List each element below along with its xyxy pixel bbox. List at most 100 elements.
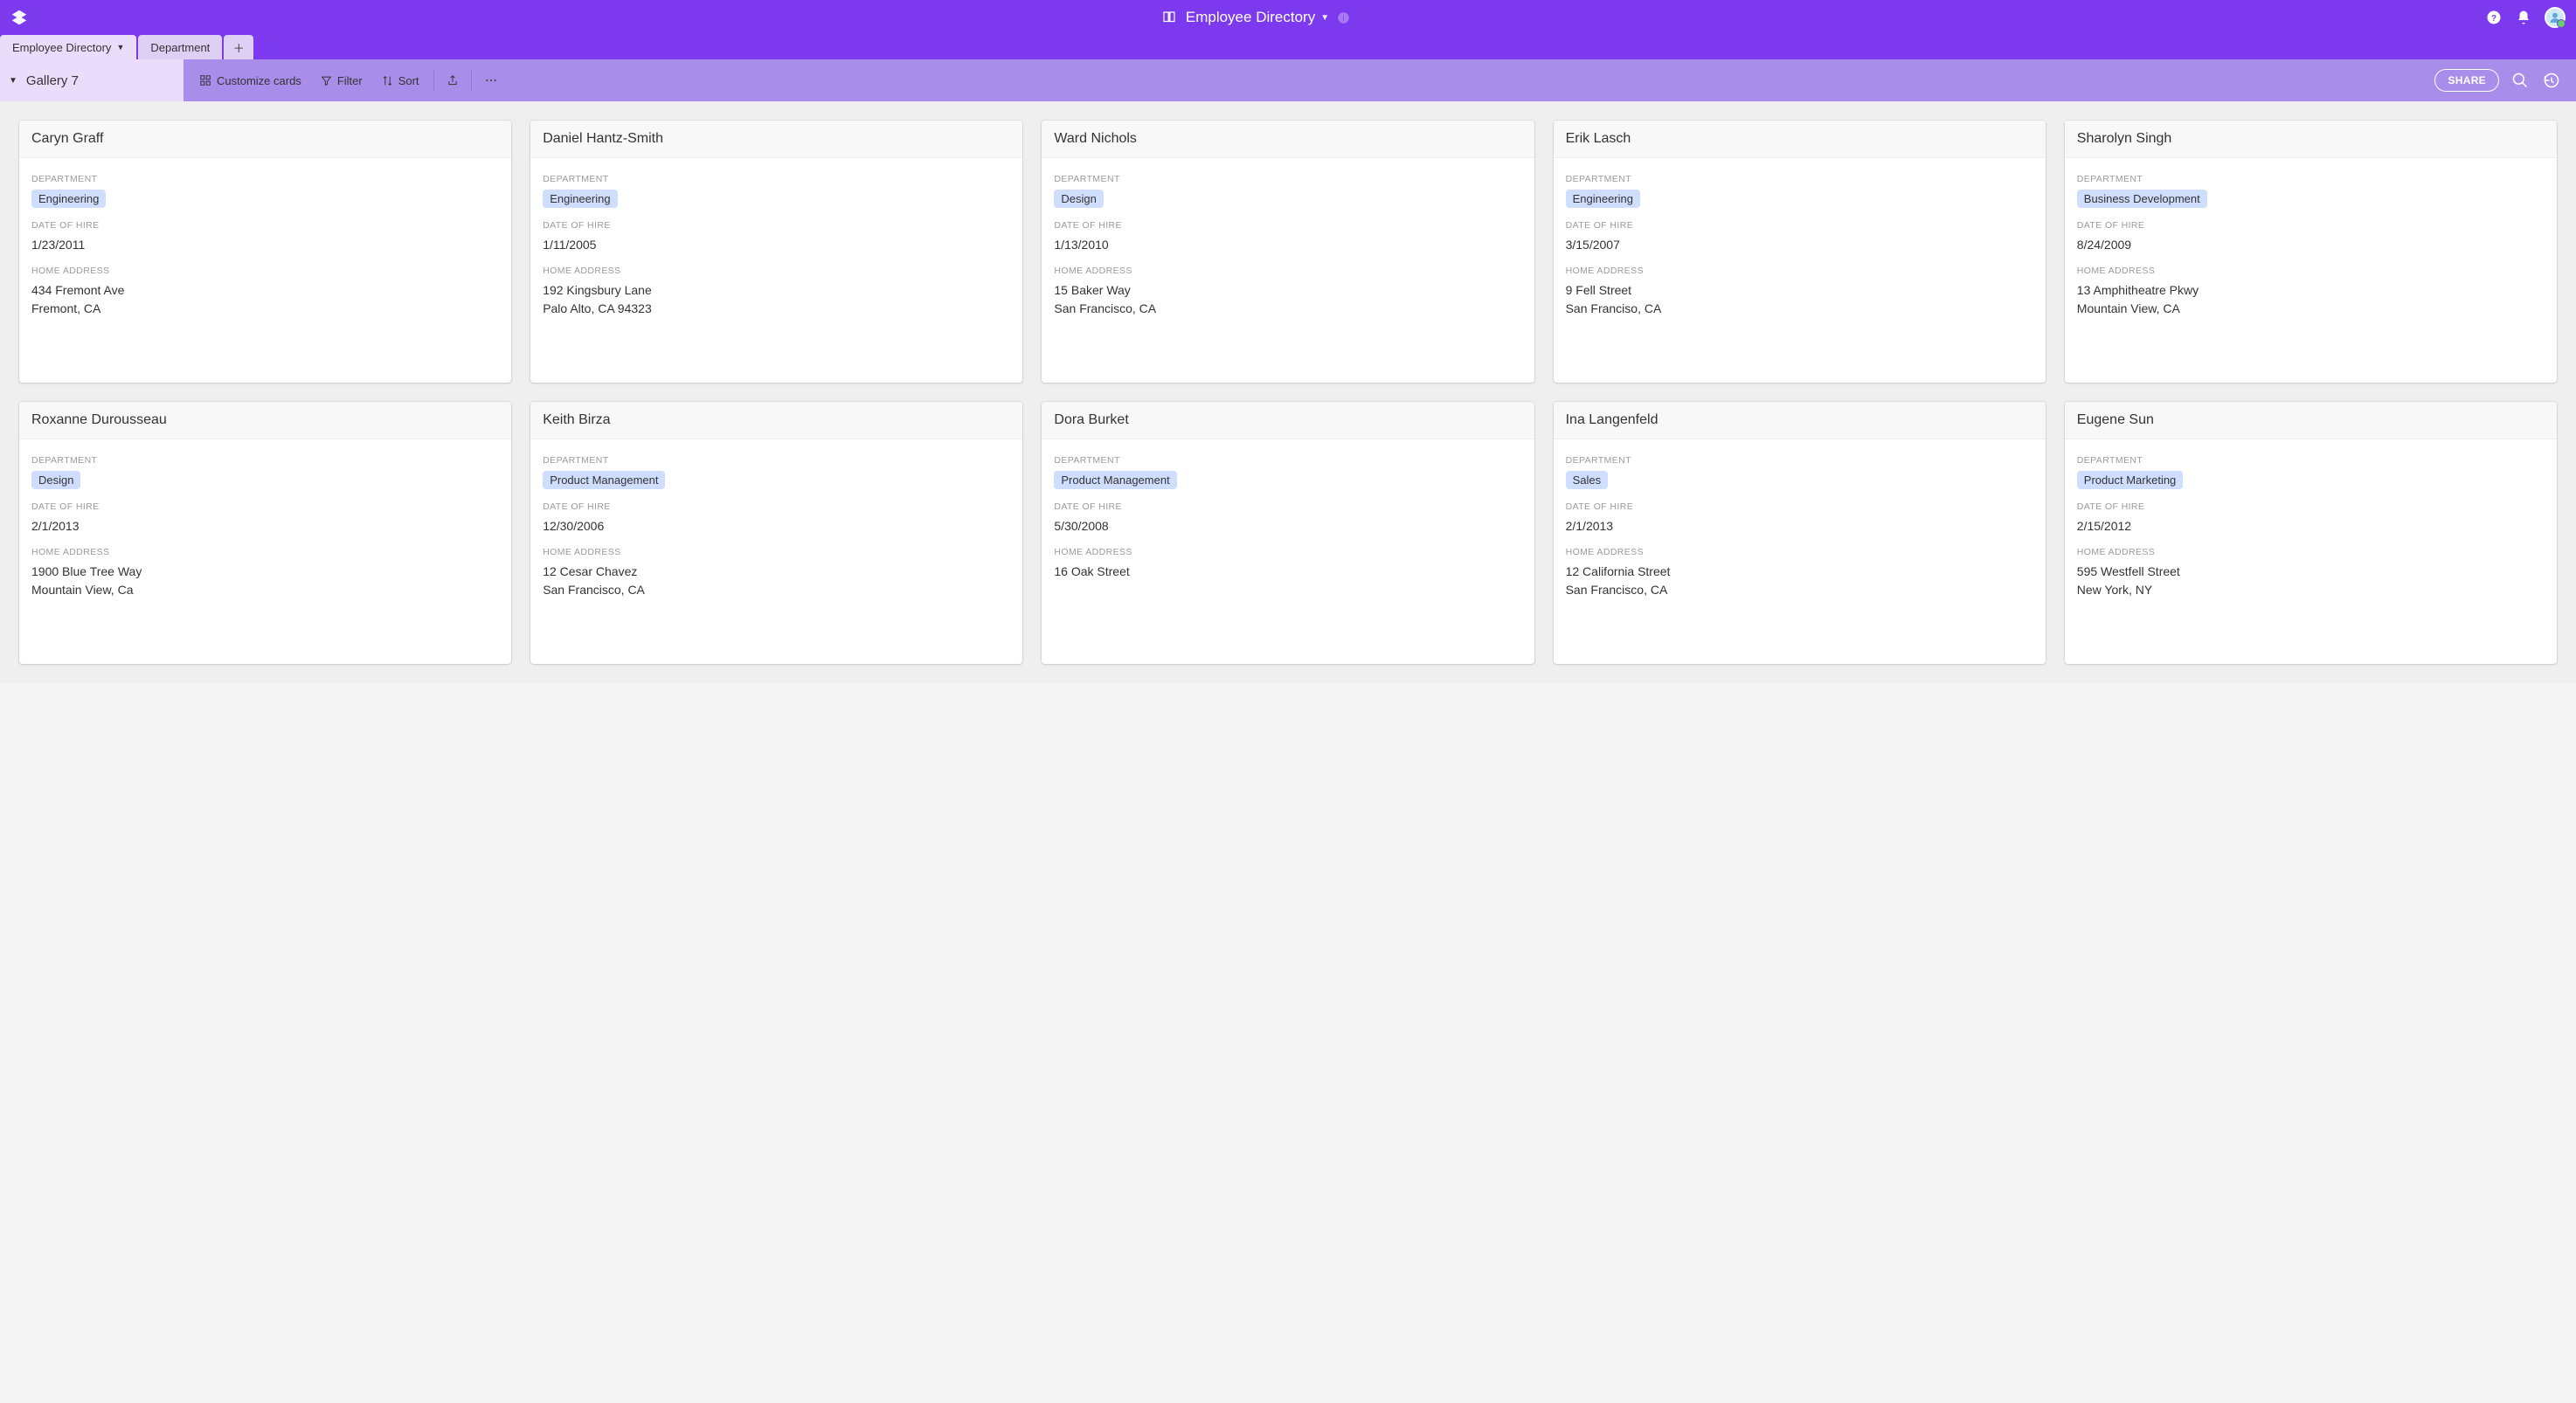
employee-card[interactable]: Erik LaschDEPARTMENTEngineeringDATE OF H… [1554,121,2046,383]
date-of-hire-value: 3/15/2007 [1566,236,2033,253]
card-body: DEPARTMENTDesignDATE OF HIRE2/1/2013HOME… [19,439,511,616]
search-icon[interactable] [2510,70,2531,91]
card-body: DEPARTMENTBusiness DevelopmentDATE OF HI… [2065,158,2557,335]
date-of-hire-value: 12/30/2006 [543,517,1010,535]
employee-name: Eugene Sun [2065,402,2557,439]
date-of-hire-value: 5/30/2008 [1054,517,1521,535]
sort-label: Sort [398,74,419,87]
home-address-value: 16 Oak Street [1054,563,1521,580]
date-of-hire-value: 8/24/2009 [2077,236,2545,253]
svg-text:i: i [1342,13,1344,22]
field-label-date-of-hire: DATE OF HIRE [1566,501,2033,512]
date-of-hire-value: 2/1/2013 [31,517,499,535]
home-address-value: 434 Fremont Ave Fremont, CA [31,281,499,317]
field-label-date-of-hire: DATE OF HIRE [2077,501,2545,512]
employee-card[interactable]: Roxanne DurousseauDEPARTMENTDesignDATE O… [19,402,511,664]
filter-icon [321,75,332,86]
employee-name: Erik Lasch [1554,121,2046,158]
filter-label: Filter [337,74,363,87]
field-label-home-address: HOME ADDRESS [2077,547,2545,557]
card-body: DEPARTMENT Sales DATE OF HIRE 2/1/2013 HOME … [1554,439,2046,616]
date-of-hire-value: 1/23/2011 [31,236,499,253]
avatar[interactable] [2545,7,2566,28]
employee-card[interactable]: Daniel Hantz-SmithDEPARTMENTEngineeringD… [530,121,1022,383]
info-icon[interactable]: i [1334,9,1352,26]
card-body: DEPARTMENTDesignDATE OF HIRE1/13/2010HOM… [1042,158,1534,335]
add-tab-button[interactable]: ＋ [224,35,253,59]
date-of-hire-value: 1/11/2005 [543,236,1010,253]
field-label-date-of-hire: DATE OF HIRE [1054,220,1521,231]
field-label-home-address: HOME ADDRESS [1566,547,2033,557]
share-label: SHARE [2448,74,2486,86]
toolbar-separator [433,70,434,91]
sort-button[interactable]: Sort [373,69,428,93]
chevron-down-icon[interactable]: ▼ [1320,13,1329,23]
field-label-department: DEPARTMENT [1566,455,2033,466]
share-button[interactable]: SHARE [2434,69,2499,92]
plus-icon: ＋ [233,39,245,56]
help-icon[interactable]: ? [2485,9,2503,26]
employee-card[interactable]: Ward NicholsDEPARTMENTDesignDATE OF HIRE… [1042,121,1534,383]
tab-employee-directory[interactable]: Employee Directory ▼ [0,35,136,59]
field-label-department: DEPARTMENT [2077,455,2545,466]
book-icon [1161,10,1177,25]
app-header: Employee Directory ▼ i ? [0,0,2576,35]
employee-card[interactable]: Eugene Sun DEPARTMENT Product Marketing DAT… [2065,402,2557,664]
chevron-down-icon: ▼ [9,76,17,86]
card-body: DEPARTMENT Product Management DATE OF HIRE… [1042,439,1534,598]
home-address-value: 192 Kingsbury Lane Palo Alto, CA 94323 [543,281,1010,317]
home-address-value: 13 Amphitheatre Pkwy Mountain View, CA [2077,281,2545,317]
field-label-department: DEPARTMENT [1054,455,1521,466]
employee-card[interactable]: Caryn GraffDEPARTMENTEngineeringDATE OF … [19,121,511,383]
department-chip: Sales [1566,471,1609,489]
department-chip: Engineering [1566,190,1640,208]
employee-name: Sharolyn Singh [2065,121,2557,158]
notifications-icon[interactable] [2515,9,2532,26]
department-chip: Product Management [543,471,665,489]
employee-card[interactable]: Ina Langenfeld DEPARTMENT Sales DATE OF HIR… [1554,402,2046,664]
sort-icon [382,75,393,86]
employee-name: Caryn Graff [19,121,511,158]
home-address-value: 1900 Blue Tree Way Mountain View, Ca [31,563,499,598]
customize-cards-button[interactable]: Customize cards [190,69,310,93]
app-logo-icon[interactable] [10,9,28,26]
grid-icon [199,74,211,86]
field-label-date-of-hire: DATE OF HIRE [543,220,1010,231]
employee-card[interactable]: Dora BurketDEPARTMENTProduct ManagementD… [1042,402,1534,664]
history-icon[interactable] [2541,70,2562,91]
card-body: DEPARTMENT Engineering DATE OF HIRE 1/11/20… [530,158,1022,335]
share-export-button[interactable] [440,69,466,92]
department-chip: Product Management [1054,471,1176,489]
chevron-down-icon: ▼ [116,43,124,52]
field-label-department: DEPARTMENT [543,174,1010,184]
department-chip: Engineering [543,190,617,208]
home-address-value: 12 California Street San Francisco, CA [1566,563,2033,598]
field-label-date-of-hire: DATE OF HIRE [1054,501,1521,512]
field-label-department: DEPARTMENT [31,455,499,466]
view-name: Gallery 7 [26,73,79,88]
customize-label: Customize cards [217,74,301,87]
view-switcher[interactable]: ▼ Gallery 7 [0,59,184,101]
more-horizontal-icon [484,73,498,87]
employee-name: Daniel Hantz-Smith [530,121,1022,158]
base-title[interactable]: Employee Directory [1186,9,1315,26]
date-of-hire-value: 2/15/2012 [2077,517,2545,535]
more-options-button[interactable] [477,68,505,93]
employee-card[interactable]: Sharolyn SinghDEPARTMENTBusiness Develop… [2065,121,2557,383]
date-of-hire-value: 2/1/2013 [1566,517,2033,535]
filter-button[interactable]: Filter [312,69,371,93]
department-chip: Product Marketing [2077,471,2184,489]
field-label-home-address: HOME ADDRESS [31,547,499,557]
home-address-value: 15 Baker Way San Francisco, CA [1054,281,1521,317]
field-label-department: DEPARTMENT [543,455,1010,466]
svg-text:?: ? [2491,14,2496,24]
employee-card[interactable]: Keith BirzaDEPARTMENTProduct ManagementD… [530,402,1022,664]
field-label-home-address: HOME ADDRESS [543,266,1010,276]
department-chip: Design [31,471,80,489]
field-label-date-of-hire: DATE OF HIRE [1566,220,2033,231]
field-label-date-of-hire: DATE OF HIRE [2077,220,2545,231]
employee-name: Ina Langenfeld [1554,402,2046,439]
view-toolbar: ▼ Gallery 7 Customize cards Filter Sort [0,59,2576,101]
tab-department[interactable]: Department [138,35,222,59]
tab-label: Employee Directory [12,41,111,54]
